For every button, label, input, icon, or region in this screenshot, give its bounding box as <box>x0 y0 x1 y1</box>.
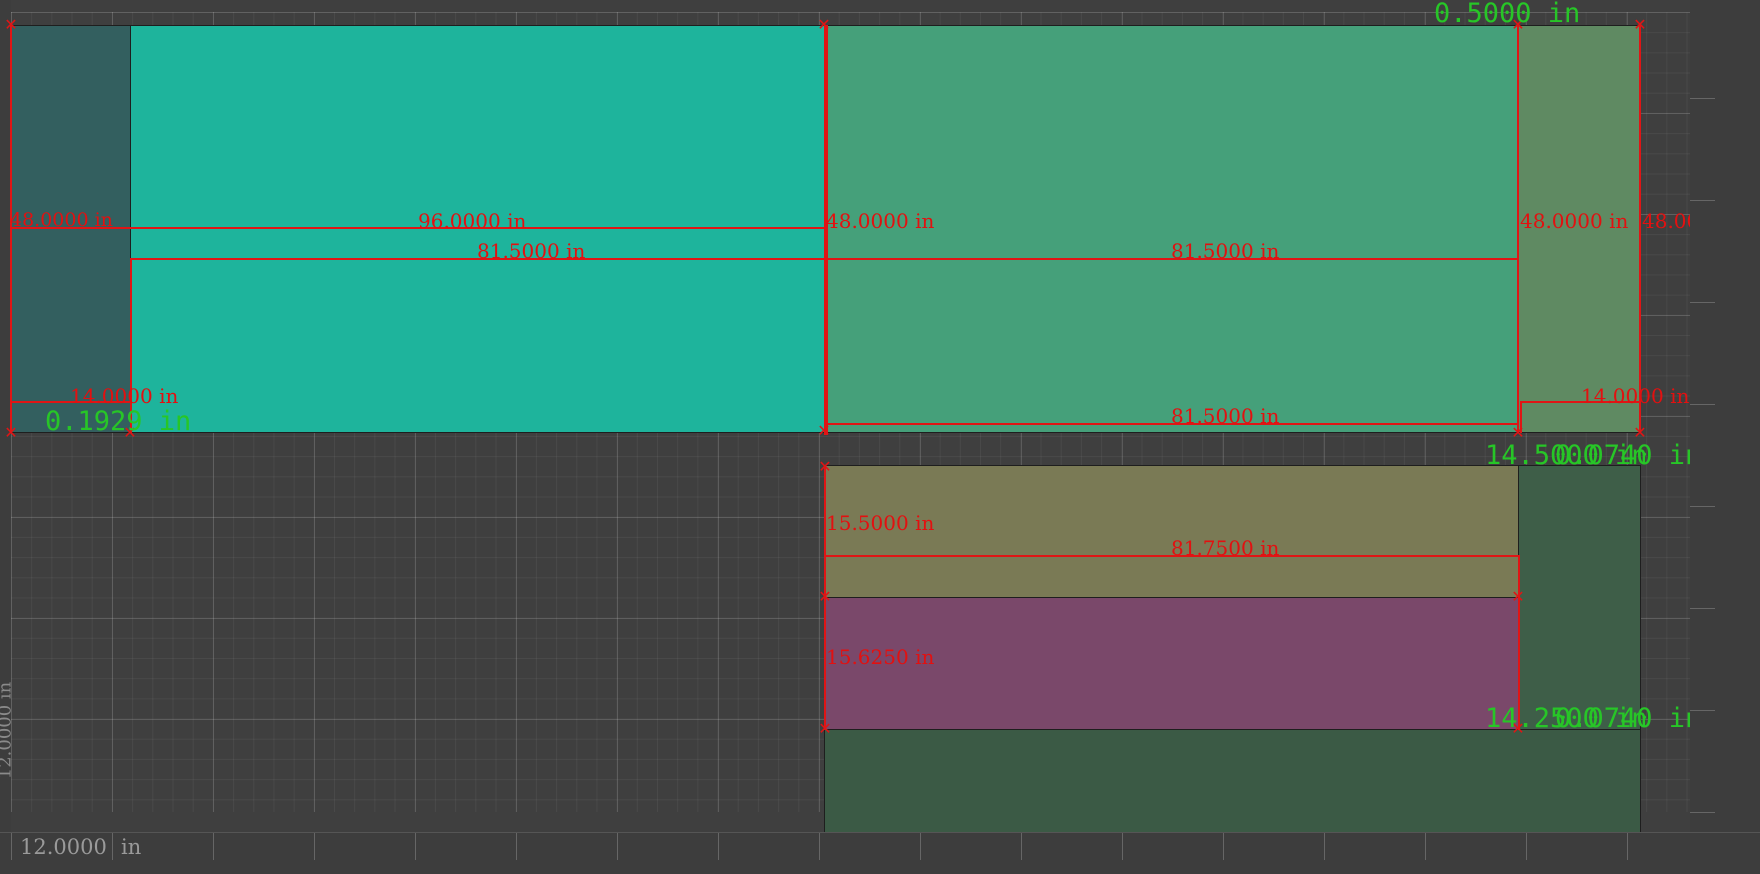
gap-right-bottom-b: 0.0740 in <box>1555 703 1702 734</box>
x-marker[interactable]: ✕ <box>818 459 832 475</box>
x-marker[interactable]: ✕ <box>1633 425 1647 441</box>
gap-right-top-b: 0.0740 in <box>1555 440 1702 471</box>
x-marker[interactable]: ✕ <box>818 721 832 737</box>
dim-top-width: 96.0000 in <box>418 209 527 233</box>
x-marker[interactable]: ✕ <box>817 423 831 439</box>
ruler-bottom-label: 12.0000 <box>20 835 107 859</box>
dim-magenta-height: 15.6250 in <box>826 645 935 669</box>
x-marker[interactable]: ✕ <box>1511 425 1525 441</box>
dim-left-small-width: 14.0000 in <box>70 384 179 408</box>
dim-left-height: 48.0000 in <box>10 209 113 231</box>
dim-line-far-right-vertical <box>1639 25 1641 433</box>
dim-yellow-width: 81.7500 in <box>1171 536 1280 560</box>
right-ruler <box>1690 0 1760 832</box>
dim-center-height: 48.0000 in <box>826 209 935 233</box>
x-marker[interactable]: ✕ <box>818 589 832 605</box>
dim-center-width-a: 81.5000 in <box>1171 239 1280 263</box>
dim-center-bottom-width: 81.5000 in <box>1171 404 1280 428</box>
gap-top: 0.5000 in <box>1434 0 1581 29</box>
bottom-ruler: 12.0000 in <box>0 832 1760 874</box>
x-marker[interactable]: ✕ <box>4 17 18 33</box>
dim-line-right-vertical <box>1517 25 1519 433</box>
x-marker[interactable]: ✕ <box>1633 17 1647 33</box>
panel-side-green[interactable] <box>1518 465 1641 730</box>
dim-yellow-height: 15.5000 in <box>826 511 935 535</box>
dim-left-width-a: 81.5000 in <box>477 239 586 263</box>
gap-left: 0.1929 in <box>45 406 192 437</box>
drawing-canvas[interactable]: 12.0000 in ✕ ✕ ✕ ✕ ✕ ✕ ✕ ✕ ✕ ✕ ✕ ✕ ✕ ✕ 4… <box>0 0 1760 874</box>
ruler-unit-label: in <box>121 835 142 859</box>
x-marker[interactable]: ✕ <box>817 17 831 33</box>
x-marker[interactable]: ✕ <box>1511 589 1525 605</box>
dim-right-small-width: 14.0000 in <box>1581 384 1690 408</box>
x-marker[interactable]: ✕ <box>4 425 18 441</box>
dim-right-height-a: 48.0000 in <box>1520 209 1629 233</box>
